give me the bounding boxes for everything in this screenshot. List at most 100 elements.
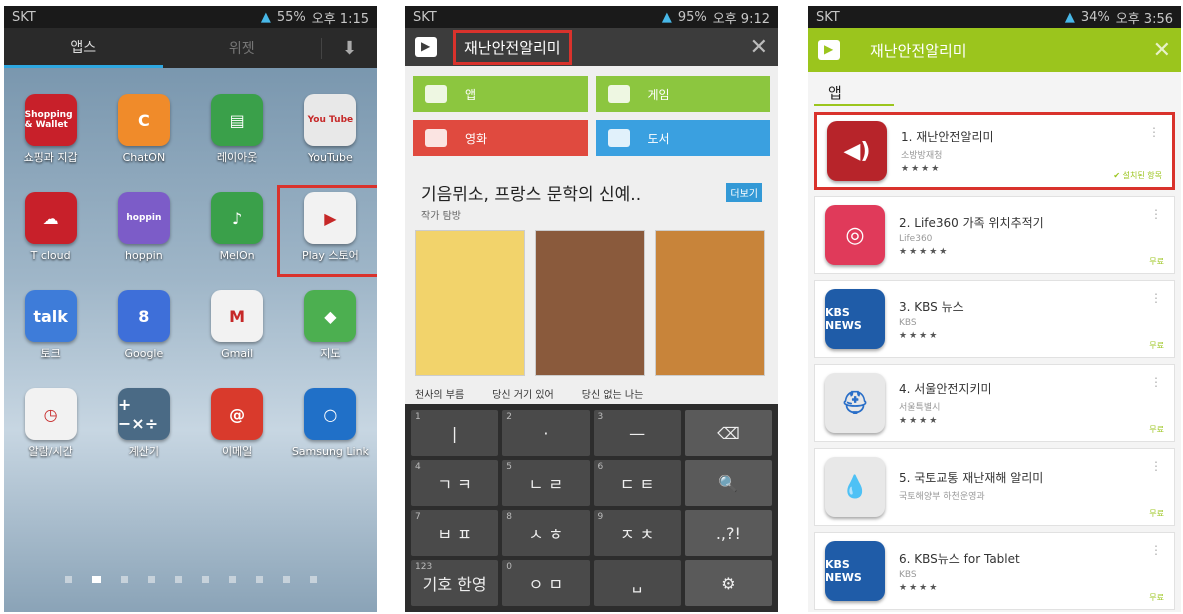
category-icon — [425, 129, 447, 147]
result-item[interactable]: ◀) 1. 재난안전알리미 소방방재청 ★★★★ ⋮ ✔ 설치된 항목 — [814, 112, 1175, 190]
signal-icon: ▲ — [1064, 9, 1075, 25]
tab-apps[interactable]: 앱스 — [4, 28, 163, 68]
app-6[interactable]: hoppin hoppin — [97, 192, 190, 270]
overflow-menu-icon[interactable]: ⋮ — [1150, 207, 1162, 221]
key-number: 4 — [415, 462, 421, 472]
app-13[interactable]: ◷ 알람/시간 — [4, 388, 97, 466]
book-title: 당신 거기 있어 — [492, 390, 554, 401]
book-cover[interactable] — [655, 230, 765, 376]
key-7[interactable]: 6 ㄷ ㅌ — [593, 460, 681, 506]
app-3[interactable]: ▤ 레이아웃 — [191, 94, 284, 172]
key-number: 5 — [506, 462, 512, 472]
key-15[interactable]: ␣ — [593, 560, 681, 606]
key-10[interactable]: 8 ㅅ ㅎ — [502, 510, 590, 556]
more-button[interactable]: 더보기 — [726, 183, 762, 202]
app-11[interactable]: M Gmail — [191, 290, 284, 368]
key-8[interactable]: 🔍 — [684, 460, 772, 506]
close-icon[interactable]: ✕ — [750, 35, 768, 60]
overflow-menu-icon[interactable]: ⋮ — [1150, 291, 1162, 305]
signal-icon: ▲ — [661, 9, 672, 25]
category-영화[interactable]: 영화 — [413, 120, 588, 156]
key-chars: — — [629, 423, 646, 443]
category-앱[interactable]: 앱 — [413, 76, 588, 112]
category-label: 도서 — [647, 131, 670, 146]
key-number: 123 — [415, 562, 433, 572]
key-11[interactable]: 9 ㅈ ㅊ — [593, 510, 681, 556]
app-icon: You Tube — [304, 94, 357, 146]
category-도서[interactable]: 도서 — [595, 120, 770, 156]
app-icon: C — [117, 94, 170, 146]
key-5[interactable]: 4 ㄱ ㅋ — [411, 460, 499, 506]
app-label: 계산기 — [128, 445, 160, 458]
key-13[interactable]: 123 기호 한영 — [411, 560, 499, 606]
result-item[interactable]: KBS NEWS 6. KBS뉴스 for Tablet KBS ★★★★ ⋮ 무료 — [814, 532, 1175, 610]
app-16[interactable]: ○ Samsung Link — [284, 388, 377, 466]
result-name: 4. 서울안전지키미 — [899, 382, 992, 396]
result-item[interactable]: 💧 5. 국토교통 재난재해 알리미 국토해양부 하천운영과 ⋮ 무료 — [814, 448, 1175, 526]
result-badge: 무료 — [1149, 593, 1164, 602]
key-number: 1 — [415, 412, 421, 422]
app-15[interactable]: @ 이메일 — [191, 388, 284, 466]
app-12[interactable]: ◆ 지도 — [284, 290, 377, 368]
key-12[interactable]: .,?! — [684, 510, 772, 556]
result-item[interactable]: ⛑ 4. 서울안전지키미 서울특별시 ★★★★ ⋮ 무료 — [814, 364, 1175, 442]
app-label: Google — [124, 347, 164, 360]
app-label: Gmail — [221, 347, 254, 360]
result-developer: 소방방재청 — [901, 151, 943, 161]
key-4[interactable]: ⌫ — [684, 410, 772, 456]
result-item[interactable]: KBS NEWS 3. KBS 뉴스 KBS ★★★★ ⋮ 무료 — [814, 280, 1175, 358]
app-label: 알람/시간 — [28, 445, 73, 458]
app-2[interactable]: C ChatON — [97, 94, 190, 172]
key-16[interactable]: ⚙ — [684, 560, 772, 606]
result-text: 6. KBS뉴스 for Tablet KBS ★★★★ — [899, 550, 1020, 593]
result-text: 5. 국토교통 재난재해 알리미 국토해양부 하천운영과 — [899, 469, 1043, 505]
category-icon — [607, 129, 630, 147]
app-label: 이메일 — [221, 445, 253, 458]
app-4[interactable]: You Tube YouTube — [284, 94, 377, 172]
key-9[interactable]: 7 ㅂ ㅍ — [411, 510, 499, 556]
section-title: 기음뮈소, 프랑스 문학의 신예.. — [421, 185, 642, 205]
app-1[interactable]: Shopping & Wallet 쇼핑과 지갑 — [4, 94, 97, 172]
result-item[interactable]: ◎ 2. Life360 가족 위치추적기 Life360 ★★★★★ ⋮ 무료 — [814, 196, 1175, 274]
overflow-menu-icon[interactable]: ⋮ — [1150, 375, 1162, 389]
result-name: 5. 국토교통 재난재해 알리미 — [899, 471, 1044, 485]
app-5[interactable]: ☁ T cloud — [4, 192, 97, 270]
category-게임[interactable]: 게임 — [595, 76, 770, 112]
app-icon: ▤ — [211, 94, 264, 146]
tab-widgets[interactable]: 위젯 — [163, 38, 322, 58]
search-input[interactable]: 재난안전알리미 — [453, 29, 572, 65]
app-8[interactable]: ▶ Play 스토어 — [276, 185, 377, 277]
overflow-menu-icon[interactable]: ⋮ — [1148, 125, 1160, 139]
play-store-icon[interactable] — [415, 37, 437, 57]
key-1[interactable]: 1 | — [411, 410, 499, 456]
book-cover[interactable] — [535, 230, 645, 376]
app-9[interactable]: talk 토크 — [4, 290, 97, 368]
app-icon: ◀) — [827, 121, 887, 181]
book-title: 천사의 부름 — [415, 390, 465, 401]
battery-label: 95% — [677, 9, 707, 25]
app-label: T cloud — [30, 249, 71, 262]
key-2[interactable]: 2 · — [502, 410, 590, 456]
app-icon: KBS NEWS — [825, 541, 885, 601]
app-7[interactable]: ♪ MelOn — [191, 192, 284, 270]
app-label: 지도 — [320, 347, 341, 360]
close-icon[interactable]: ✕ — [1153, 38, 1171, 63]
section-subtitle: 작가 탐방 — [421, 211, 461, 222]
battery-label: 55% — [276, 9, 306, 25]
search-query-label[interactable]: 재난안전알리미 — [870, 40, 967, 61]
overflow-menu-icon[interactable]: ⋮ — [1150, 459, 1162, 473]
app-14[interactable]: +−×÷ 계산기 — [97, 388, 190, 466]
book-cover[interactable] — [415, 230, 525, 376]
key-14[interactable]: 0 ㅇ ㅁ — [502, 560, 590, 606]
app-10[interactable]: 8 Google — [97, 290, 190, 368]
overflow-menu-icon[interactable]: ⋮ — [1150, 543, 1162, 557]
app-icon: ⛑ — [825, 373, 885, 433]
result-name: 2. Life360 가족 위치추적기 — [899, 215, 1044, 230]
result-developer: KBS — [899, 569, 917, 580]
status-bar: SKT ▲ 55% 오후 1:15 — [4, 6, 377, 28]
key-number: 3 — [597, 412, 604, 422]
key-6[interactable]: 5 ㄴ ㄹ — [502, 460, 590, 506]
play-store-icon[interactable] — [818, 40, 840, 60]
key-3[interactable]: 3— — [593, 410, 681, 456]
download-icon[interactable]: ⬇ — [321, 37, 377, 59]
